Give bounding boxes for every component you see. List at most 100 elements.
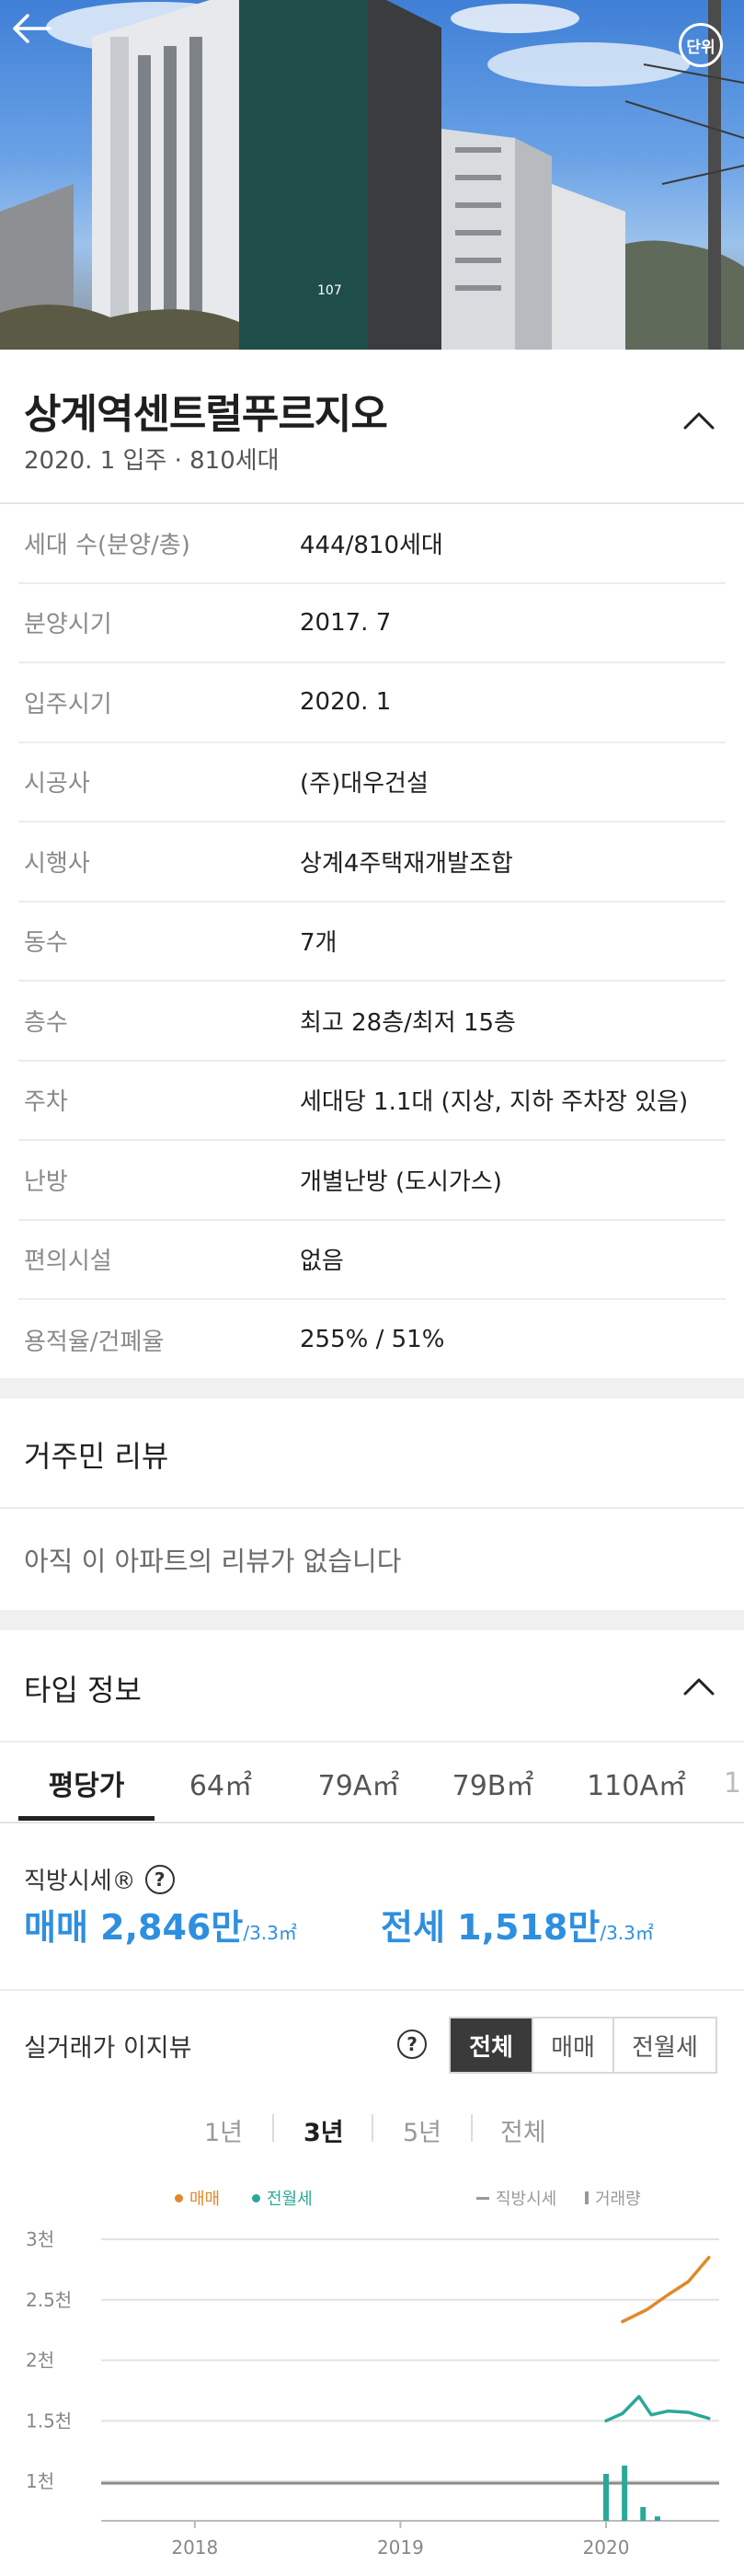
legend-volume: 거래량 xyxy=(585,2186,641,2210)
legend-sale: 매매 xyxy=(175,2186,220,2210)
info-label: 용적율/건폐율 xyxy=(24,1328,165,1356)
period-all[interactable]: 전체 xyxy=(500,2112,546,2148)
collapse-details-button[interactable] xyxy=(676,397,722,443)
info-label: 주차 xyxy=(24,1088,68,1117)
legend-rent: 전월세 xyxy=(252,2186,313,2210)
x-tick-label: 2020 xyxy=(583,2536,630,2559)
apartment-header: 상계역센트럴푸르지오 2020. 1 입주 · 810세대 xyxy=(0,350,744,504)
info-label: 분양시기 xyxy=(24,611,112,639)
sale-price-label: 매매 xyxy=(24,1907,88,1948)
legend-rent-label: 전월세 xyxy=(267,2190,313,2209)
jeonse-price-value: 1,518만 xyxy=(457,1907,601,1948)
jeonse-price-unit: /3.3㎡ xyxy=(600,1922,654,1944)
divider xyxy=(0,1989,744,1991)
reviews-title: 거주민 리뷰 xyxy=(24,1439,169,1474)
info-value: 255% / 51% xyxy=(300,1326,445,1354)
type-info-title: 타입 정보 xyxy=(24,1673,142,1708)
period-separator xyxy=(471,2114,473,2142)
deal-type-filter: 전체 매매 전월세 xyxy=(449,2017,717,2074)
info-value: 7개 xyxy=(300,929,338,958)
period-3y[interactable]: 3년 xyxy=(303,2112,344,2148)
apartment-name: 상계역센트럴푸르지오 xyxy=(24,391,388,438)
legend-zigbang-marker xyxy=(476,2196,489,2200)
filter-sale-button[interactable]: 매매 xyxy=(532,2018,612,2072)
tab-64[interactable]: 64㎡ xyxy=(175,1742,267,1822)
tab-79b[interactable]: 79B㎡ xyxy=(438,1742,548,1822)
info-row: 분양시기 2017. 7 xyxy=(18,584,726,663)
collapse-type-info-button[interactable] xyxy=(676,1663,722,1709)
info-value: 개별난방 (도시가스) xyxy=(300,1167,502,1196)
legend-zigbang: 직방시세 xyxy=(476,2186,556,2210)
volume-bar xyxy=(654,2516,660,2521)
x-tick-label: 2018 xyxy=(171,2536,218,2559)
info-label: 층수 xyxy=(24,1008,68,1037)
type-tabs: 평당가 64㎡ 79A㎡ 79B㎡ 110A㎡ 11 xyxy=(0,1742,744,1823)
y-tick-label: 3천 xyxy=(26,2228,54,2250)
volume-bar xyxy=(640,2507,647,2521)
tab-110a[interactable]: 110A㎡ xyxy=(572,1742,701,1822)
legend-sale-label: 매매 xyxy=(189,2190,221,2209)
x-tick-label: 2019 xyxy=(377,2536,424,2559)
zigbang-price-label-row: 직방시세® ? xyxy=(24,1862,175,1896)
legend-zigbang-label: 직방시세 xyxy=(496,2190,557,2209)
info-row: 세대 수(분양/총) 444/810세대 xyxy=(18,504,726,584)
info-row: 난방 개별난방 (도시가스) xyxy=(18,1141,726,1221)
reviews-header: 거주민 리뷰 xyxy=(0,1398,744,1509)
tab-next-partial[interactable]: 11 xyxy=(714,1742,744,1822)
sale-price: 매매 2,846만/3.3㎡ xyxy=(24,1899,297,1949)
info-row: 동수 7개 xyxy=(18,903,726,982)
info-row: 시행사 상계4주택재개발조합 xyxy=(18,822,726,903)
info-label: 편의시설 xyxy=(24,1248,112,1276)
info-label: 시행사 xyxy=(24,849,90,878)
tab-79a[interactable]: 79A㎡ xyxy=(303,1742,414,1822)
price-chart: 3천 2.5천 2천 1.5천 1천 2018 2019 2020 xyxy=(26,2228,719,2559)
info-label: 동수 xyxy=(24,929,68,958)
info-value: 444/810세대 xyxy=(300,531,443,559)
help-icon[interactable]: ? xyxy=(144,1864,175,1894)
volume-bar xyxy=(622,2466,628,2521)
back-button[interactable] xyxy=(11,13,75,77)
period-5y[interactable]: 5년 xyxy=(403,2112,441,2148)
y-tick-label: 1천 xyxy=(26,2470,54,2492)
filter-rent-button[interactable]: 전월세 xyxy=(612,2018,715,2072)
sale-price-line xyxy=(621,2255,711,2324)
unit-toggle-button[interactable]: 단위 xyxy=(669,13,733,77)
help-icon[interactable]: ? xyxy=(397,2030,427,2059)
jeonse-price-label: 전세 xyxy=(381,1907,445,1948)
sale-price-value: 2,846만 xyxy=(100,1907,244,1948)
zigbang-price-label: 직방시세® xyxy=(24,1868,136,1895)
info-label: 시공사 xyxy=(24,770,90,799)
info-value: 2017. 7 xyxy=(300,608,392,637)
y-tick-label: 1.5천 xyxy=(26,2409,72,2432)
svg-text:107: 107 xyxy=(317,283,342,298)
info-label: 입주시기 xyxy=(24,690,112,719)
legend-volume-label: 거래량 xyxy=(595,2190,641,2209)
legend-volume-marker xyxy=(585,2191,589,2204)
info-value: (주)대우건설 xyxy=(300,770,429,799)
chevron-up-icon xyxy=(683,1678,715,1696)
section-divider xyxy=(0,1378,744,1398)
info-value: 2020. 1 xyxy=(300,688,392,717)
legend-sale-marker xyxy=(175,2193,183,2202)
apartment-info-table: 세대 수(분양/총) 444/810세대 분양시기 2017. 7 입주시기 2020… xyxy=(18,504,726,1380)
info-value: 최고 28층/최저 15층 xyxy=(300,1008,516,1037)
info-row: 주차 세대당 1.1대 (지상, 지하 주차장 있음) xyxy=(18,1062,726,1141)
period-separator xyxy=(372,2114,373,2142)
period-1y[interactable]: 1년 xyxy=(204,2112,243,2148)
filter-all-button[interactable]: 전체 xyxy=(451,2018,532,2072)
section-divider xyxy=(0,1610,744,1630)
period-separator xyxy=(272,2114,274,2142)
arrow-left-icon xyxy=(13,14,52,43)
jeonse-price: 전세 1,518만/3.3㎡ xyxy=(381,1899,654,1949)
info-row: 편의시설 없음 xyxy=(18,1221,726,1300)
apartment-subtitle: 2020. 1 입주 · 810세대 xyxy=(24,447,280,475)
info-row: 입주시기 2020. 1 xyxy=(18,663,726,743)
info-value: 세대당 1.1대 (지상, 지하 주차장 있음) xyxy=(300,1088,689,1117)
legend-rent-marker xyxy=(252,2193,260,2202)
easy-view-title: 실거래가 이지뷰 xyxy=(24,2034,192,2063)
y-tick-label: 2.5천 xyxy=(26,2289,72,2311)
chevron-up-icon xyxy=(683,412,715,430)
tab-price-per-pyeong[interactable]: 평당가 xyxy=(18,1742,155,1822)
info-row: 시공사 (주)대우건설 xyxy=(18,743,726,822)
unit-toggle-label: 단위 xyxy=(679,23,723,67)
